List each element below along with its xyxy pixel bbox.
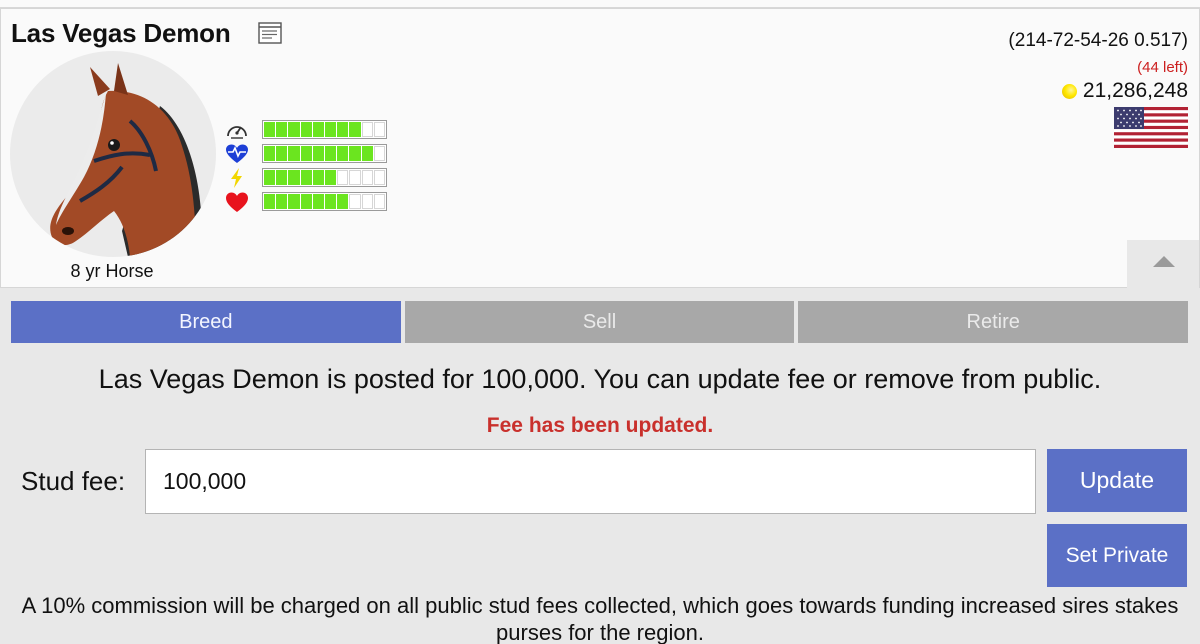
collapse-button[interactable] (1127, 240, 1199, 288)
stat-bar (262, 144, 387, 163)
stat-bar-segment (337, 194, 349, 209)
horse-age-label: 8 yr Horse (70, 261, 154, 281)
stat-bar-segment (325, 194, 337, 209)
notes-icon[interactable] (258, 22, 282, 44)
fee-updated-message: Fee has been updated. (486, 414, 714, 437)
stat-bar-segment (361, 170, 373, 185)
stat-stamina (225, 143, 389, 165)
update-button[interactable]: Update (1047, 449, 1187, 512)
stat-bar-segment (300, 122, 312, 137)
posted-message: Las Vegas Demon is posted for 100,000. Y… (98, 364, 1102, 394)
tab-breed[interactable]: Breed (11, 301, 401, 343)
stat-bar-segment (373, 170, 386, 185)
stat-bar-segment (325, 122, 337, 137)
stat-bar-segment (276, 146, 288, 161)
stat-bar-segment (312, 194, 325, 209)
chevron-up-icon (1153, 256, 1175, 267)
stat-bar-segment (349, 194, 361, 209)
stat-bar-segment (276, 170, 288, 185)
stat-bar-segment (349, 122, 361, 137)
stat-bar-segment (288, 122, 300, 137)
tab-sell[interactable]: Sell (404, 301, 795, 343)
horse-avatar (10, 51, 216, 257)
stat-bar-segment (349, 146, 361, 161)
stat-bar-segment (288, 146, 300, 161)
stat-bar-segment (312, 170, 325, 185)
stat-bar-segment (264, 194, 276, 209)
tab-retire[interactable]: Retire (798, 301, 1189, 343)
stat-bar-segment (337, 146, 349, 161)
stat-bar (262, 120, 387, 139)
stud-fee-input[interactable] (145, 449, 1036, 514)
stat-bar-segment (337, 170, 349, 185)
stat-bar (262, 192, 387, 211)
coin-icon (1061, 83, 1077, 99)
stud-fee-label: Stud fee: (21, 466, 126, 496)
stat-bar-segment (300, 170, 312, 185)
stat-bar-segment (361, 146, 373, 161)
stat-bar-segment (361, 122, 373, 137)
us-flag-icon (1114, 107, 1188, 148)
stat-bar-segment (264, 146, 276, 161)
stat-bar-segment (349, 170, 361, 185)
stat-bar-segment (276, 194, 288, 209)
stat-bar-segment (373, 194, 386, 209)
stat-bar-segment (288, 194, 300, 209)
left-count: (44 left) (1137, 59, 1188, 76)
stat-bar-segment (373, 146, 386, 161)
stat-bar-segment (325, 170, 337, 185)
stat-bar-segment (312, 122, 325, 137)
stat-energy (225, 167, 389, 189)
stat-bar-segment (300, 146, 312, 161)
stat-heart (225, 191, 389, 213)
horse-code: (214-72-54-26 0.517) (1008, 30, 1188, 51)
coin-balance-value: 21,286,248 (1082, 79, 1188, 102)
stat-bar-segment (325, 146, 337, 161)
horse-name: Las Vegas Demon (11, 18, 231, 48)
stat-bar-segment (264, 170, 276, 185)
stat-speed (225, 119, 389, 141)
stat-bar (262, 168, 387, 187)
stat-bar-segment (373, 122, 386, 137)
stat-bar-segment (288, 170, 300, 185)
stat-bar-segment (300, 194, 312, 209)
stat-bar-segment (264, 122, 276, 137)
action-tabs: Breed Sell Retire (11, 301, 1189, 343)
stat-bar-segment (312, 146, 325, 161)
horse-card: Las Vegas Demon 8 yr Horse (214-72-54-26… (0, 8, 1200, 288)
coin-balance: 21,286,248 (1061, 79, 1188, 103)
commission-note: A 10% commission will be charged on all … (21, 593, 1179, 644)
speedometer-icon (227, 126, 247, 139)
set-private-button[interactable]: Set Private (1047, 524, 1187, 587)
heart-pulse-icon (226, 144, 248, 163)
top-strip (0, 0, 1200, 8)
stat-bar-segment (276, 122, 288, 137)
lightning-icon (231, 168, 242, 188)
heart-icon (226, 192, 248, 212)
stat-bar-segment (337, 122, 349, 137)
stat-bar-segment (361, 194, 373, 209)
